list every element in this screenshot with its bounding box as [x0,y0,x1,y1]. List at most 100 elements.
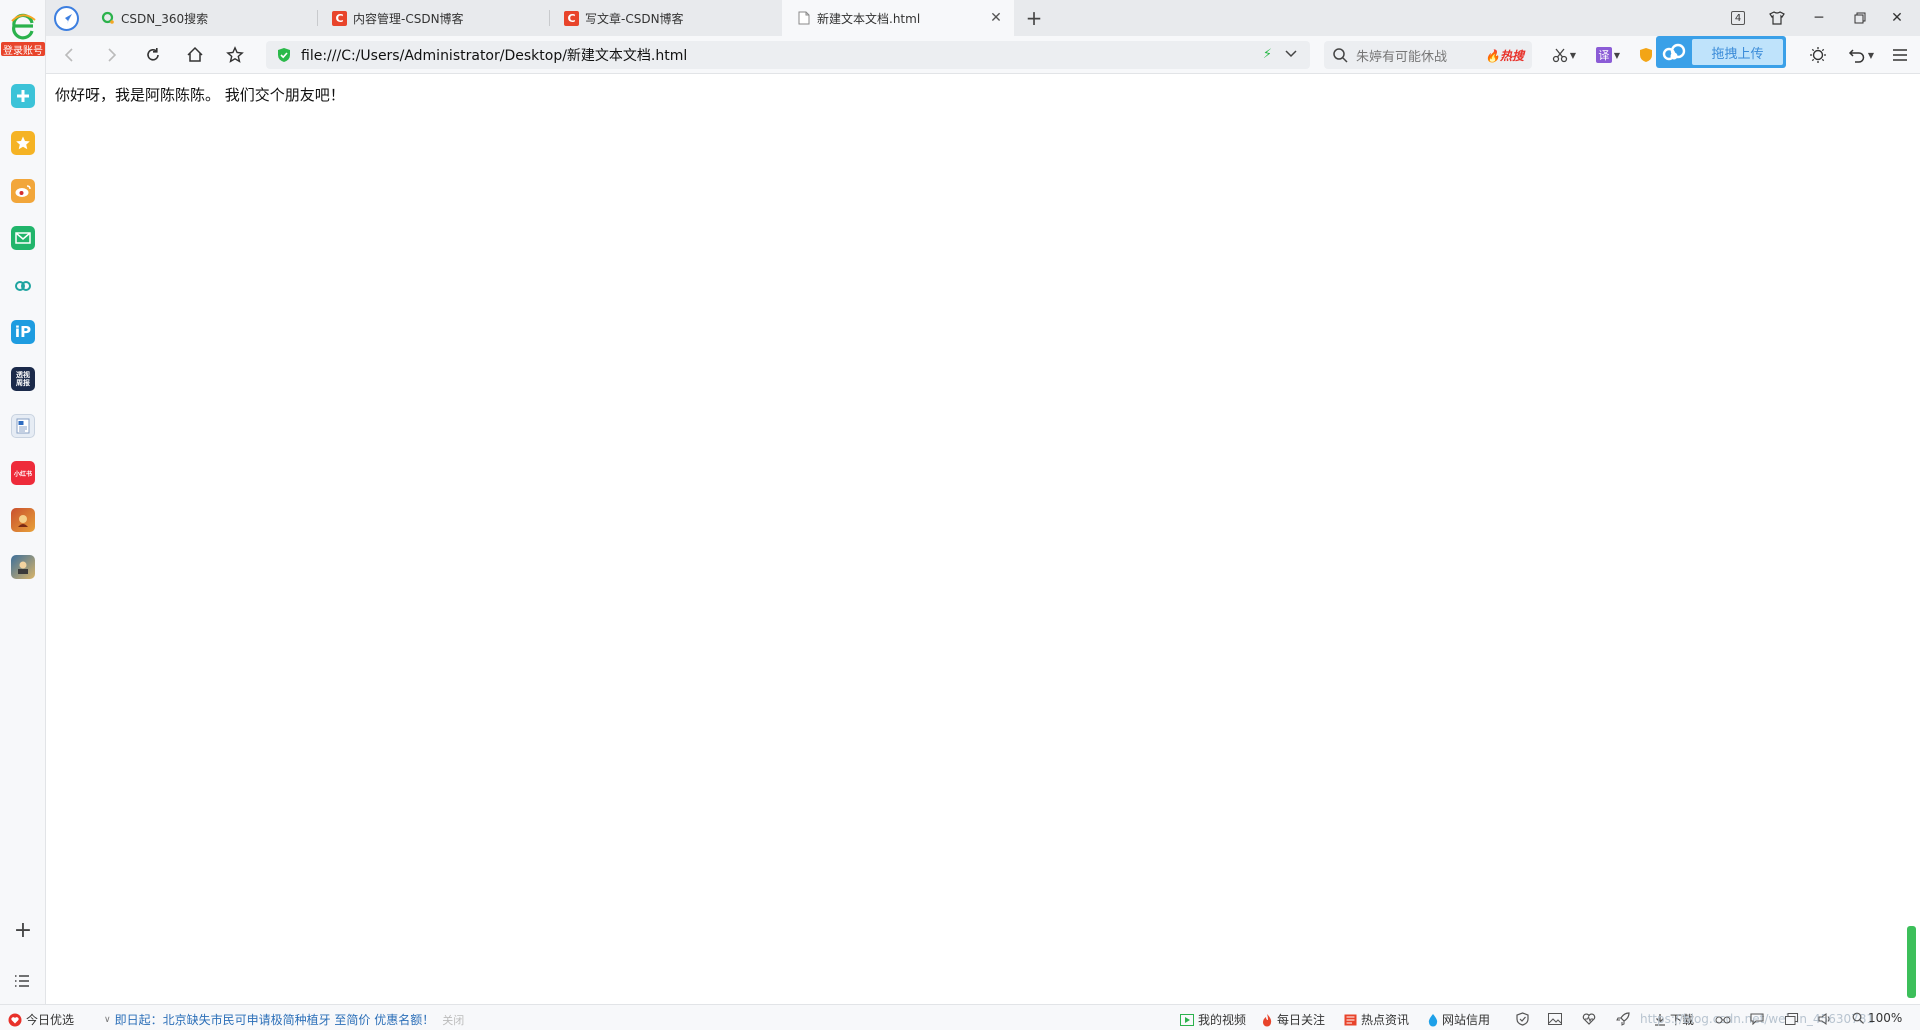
add-sidebar-app-button[interactable]: + [12,918,34,943]
tab-title: CSDN_360搜索 [121,11,209,26]
page-scroll-indicator[interactable] [1907,926,1916,998]
screenshot-button[interactable]: ▼ [1548,44,1580,66]
close-window-button[interactable]: ✕ [1880,4,1914,32]
chat-icon[interactable] [1748,1011,1766,1027]
fire-icon: 🔥 [1485,48,1500,63]
hot-search-label: 热搜 [1499,48,1524,63]
chevron-down-icon[interactable] [1284,47,1298,61]
address-url[interactable]: file:///C:/Users/Administrator/Desktop/新… [301,45,687,65]
p-app-icon[interactable]: iP [11,320,35,344]
tab-2[interactable]: C 写文章-CSDN博客 [550,0,782,36]
rocket-icon[interactable] [1614,1011,1632,1027]
address-bar[interactable]: file:///C:/Users/Administrator/Desktop/新… [266,41,1310,69]
search-box[interactable]: 朱婷有可能休战 🔥热搜 [1324,41,1532,69]
xiaohongshu-icon[interactable]: 小红书 [11,461,35,485]
skin-button[interactable] [1760,4,1794,32]
forward-button[interactable] [97,41,125,69]
hot-news-button[interactable]: 热点资讯 [1344,1011,1409,1028]
hot-search-badge[interactable]: 🔥热搜 [1485,47,1524,64]
shield-check-icon [278,48,290,62]
page-text: 你好呀，我是阿陈陈陈。 我们交个朋友吧！ [55,86,345,104]
my-video-label: 我的视频 [1198,1013,1247,1027]
tab-3-active[interactable]: 新建文本文档.html ✕ [782,0,1014,36]
cloud-link-icon[interactable] [11,273,35,297]
arrow-right-icon [108,48,117,62]
news-close-button[interactable]: 关闭 [442,1012,464,1028]
browser-menu-button[interactable] [54,6,79,31]
new-tab-button[interactable]: + [1022,6,1046,30]
reload-button[interactable] [139,41,167,69]
today-pick-button[interactable]: 今日优选 [8,1011,74,1028]
game-icon-1[interactable] [11,508,35,532]
site-credit-button[interactable]: 网站信用 [1428,1011,1490,1028]
back-button[interactable] [56,41,84,69]
image-icon[interactable] [1546,1011,1564,1027]
reload-icon [147,48,159,61]
security-button[interactable] [1636,44,1656,66]
shield-status-icon[interactable] [1513,1011,1531,1027]
plus-icon: + [13,918,33,943]
restore-icon [1854,12,1866,24]
glasses-icon[interactable] [1714,1011,1732,1027]
sidebar-list-icon[interactable] [14,974,30,988]
undo-close-button[interactable]: ▼ [1844,44,1878,66]
navigation-toolbar: file:///C:/Users/Administrator/Desktop/新… [0,36,1920,74]
mail-icon[interactable] [11,226,35,250]
csdn-icon: C [564,10,579,26]
newspaper-icon [1344,1014,1357,1026]
tab-0[interactable]: CSDN_360搜索 [86,0,318,36]
today-pick-label: 今日优选 [26,1013,75,1027]
night-mode-button[interactable] [1806,44,1830,66]
caret-down-icon: ▼ [1569,50,1577,60]
tab-1[interactable]: C 内容管理-CSDN博客 [318,0,550,36]
home-button[interactable] [181,41,209,69]
close-tab-icon[interactable]: ✕ [988,10,1004,26]
hamburger-menu-icon [1893,49,1907,61]
game-icon-2[interactable] [11,555,35,579]
shirt-icon [1769,11,1785,25]
video-play-icon [1180,1013,1194,1026]
plus-icon: + [1025,6,1043,30]
arrow-left-icon [64,48,73,62]
speed-mode-icon[interactable]: ⚡ [1263,47,1272,62]
flame-icon [1261,1013,1273,1027]
tab-title: 内容管理-CSDN博客 [353,11,464,26]
restore-button[interactable] [1843,4,1877,32]
water-drop-icon [1428,1013,1438,1027]
favorites-star-icon[interactable] [11,131,35,155]
heart-icon [8,1013,22,1027]
zoom-icon [1852,1012,1864,1024]
tab-strip: CSDN_360搜索 C 内容管理-CSDN博客 C 写文章-CSDN博客 新建… [0,0,1920,36]
home-icon [187,46,203,62]
word-doc-icon[interactable] [11,414,35,438]
cloud-upload-button[interactable]: 拖拽上传 [1656,36,1786,68]
caret-down-icon: ▼ [1613,50,1621,60]
search-icon [1333,48,1348,63]
news-ticker[interactable]: ∨ 即日起：北京缺失市民可申请极简种植牙 至简价 优惠名额！ 关闭 [104,1011,464,1028]
compass-icon [64,13,72,24]
minimize-button[interactable]: ─ [1802,4,1836,32]
security-shield-icon [1640,48,1652,62]
news-text[interactable]: 即日起：北京缺失市民可申请极简种植牙 至简价 优惠名额！ [115,1011,435,1028]
news-app-icon[interactable]: 透视 周报 [11,367,35,391]
sun-icon [1810,47,1826,63]
zoom-control[interactable]: 100% [1852,1011,1902,1025]
login-button[interactable]: 登录账号 [1,42,45,57]
health-plus-icon[interactable] [11,84,35,108]
main-menu-button[interactable] [1890,44,1910,66]
window-icon[interactable] [1782,1011,1800,1027]
translate-icon: 译 [1595,47,1612,63]
weibo-icon[interactable] [11,179,35,203]
speaker-icon[interactable] [1816,1011,1834,1027]
tab-count-button[interactable]: 4 [1721,4,1755,32]
left-sidebar: 登录账号 iP 透视 周报 小红书 + [0,0,46,1004]
tab-title: 新建文本文档.html [817,11,921,26]
bookmark-button[interactable] [221,41,249,69]
health-heart-icon[interactable] [1580,1011,1598,1027]
daily-follow-button[interactable]: 每日关注 [1261,1011,1325,1028]
cloud-icon [1656,36,1692,68]
my-video-button[interactable]: 我的视频 [1180,1011,1246,1028]
browser-logo-icon[interactable] [8,12,38,42]
translate-button[interactable]: 译 ▼ [1592,44,1624,66]
tab-title: 写文章-CSDN博客 [585,11,684,26]
